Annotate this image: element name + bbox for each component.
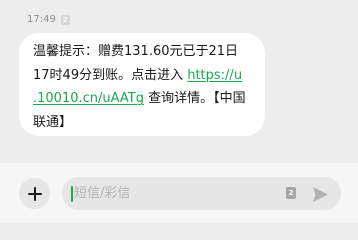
message-link[interactable]: .10010.cn/uAATg bbox=[33, 91, 144, 106]
add-attachment-button[interactable] bbox=[19, 178, 50, 209]
message-text: 查询详情。【中国 bbox=[143, 91, 246, 106]
message-input[interactable]: 短信/彩信 2 bbox=[62, 177, 341, 210]
plus-icon bbox=[27, 186, 42, 201]
message-body: 温馨提示：赠费131.60元已于21日 17时49分到账。点击进入 https:… bbox=[33, 40, 265, 134]
message-bubble[interactable]: 温馨提示：赠费131.60元已于21日 17时49分到账。点击进入 https:… bbox=[19, 33, 265, 136]
message-input-placeholder: 短信/彩信 bbox=[74, 186, 131, 201]
text-cursor bbox=[71, 186, 73, 202]
composer-bar: 短信/彩信 2 bbox=[0, 163, 358, 223]
sim-badge: 2 bbox=[60, 15, 70, 25]
message-link[interactable]: https://u bbox=[187, 68, 242, 83]
message-line-1: 温馨提示：赠费131.60元已于21日 bbox=[33, 44, 239, 59]
message-timestamp: 17:49 bbox=[27, 14, 56, 25]
send-arrow-icon bbox=[312, 186, 328, 202]
message-line-3: .10010.cn/uAATg 查询详情。【中国 bbox=[33, 91, 246, 106]
message-line-4: 联通】 bbox=[33, 114, 73, 130]
message-thread: 17:49 2 温馨提示：赠费131.60元已于21日 17时49分到账。点击进… bbox=[0, 0, 358, 163]
message-meta: 17:49 2 bbox=[27, 14, 70, 26]
send-button[interactable] bbox=[310, 184, 330, 204]
message-text: 17时49分到账。点击进入 bbox=[33, 67, 188, 83]
sim-select-icon[interactable]: 2 bbox=[286, 187, 296, 199]
message-line-2: 17时49分到账。点击进入 https://u bbox=[33, 68, 242, 83]
